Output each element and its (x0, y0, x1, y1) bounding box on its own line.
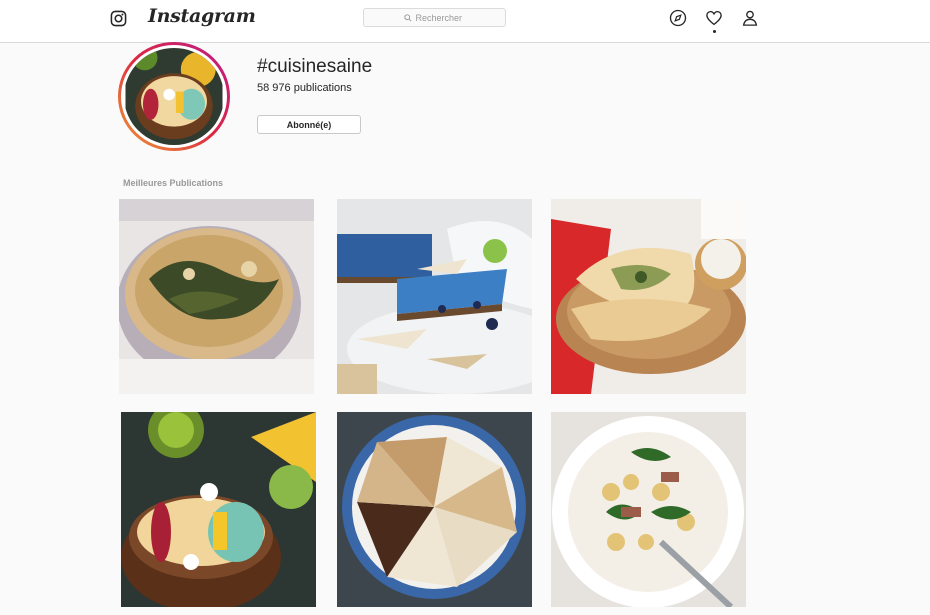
explore-compass-icon[interactable] (669, 9, 687, 27)
post-image (119, 199, 314, 394)
search-box[interactable] (363, 8, 506, 27)
section-title: Meilleures Publications (123, 178, 224, 188)
search-icon (403, 13, 412, 22)
hashtag-avatar-ring[interactable] (118, 42, 230, 151)
post-image (551, 412, 746, 607)
post-tile[interactable] (551, 199, 746, 394)
hashtag-avatar (124, 48, 224, 145)
search-input[interactable] (415, 12, 466, 23)
post-image (121, 412, 316, 607)
post-tile[interactable] (337, 412, 532, 607)
post-image (337, 199, 532, 394)
top-nav-bar: Instagram (0, 0, 930, 43)
instagram-wordmark[interactable]: Instagram (148, 5, 256, 27)
post-tile[interactable] (119, 199, 314, 394)
publication-count: 58 976 publications (257, 82, 352, 94)
post-tile[interactable] (121, 412, 316, 607)
profile-user-icon[interactable] (741, 9, 759, 27)
follow-button[interactable]: Abonné(e) (257, 115, 361, 134)
post-image (551, 199, 746, 394)
post-tile[interactable] (337, 199, 532, 394)
post-image (337, 412, 532, 607)
post-tile[interactable] (551, 412, 746, 607)
instagram-glyph-icon[interactable] (110, 10, 127, 27)
activity-heart-icon[interactable] (705, 9, 723, 27)
hashtag-title: #cuisinesaine (257, 56, 373, 77)
activity-indicator-dot (713, 30, 716, 33)
